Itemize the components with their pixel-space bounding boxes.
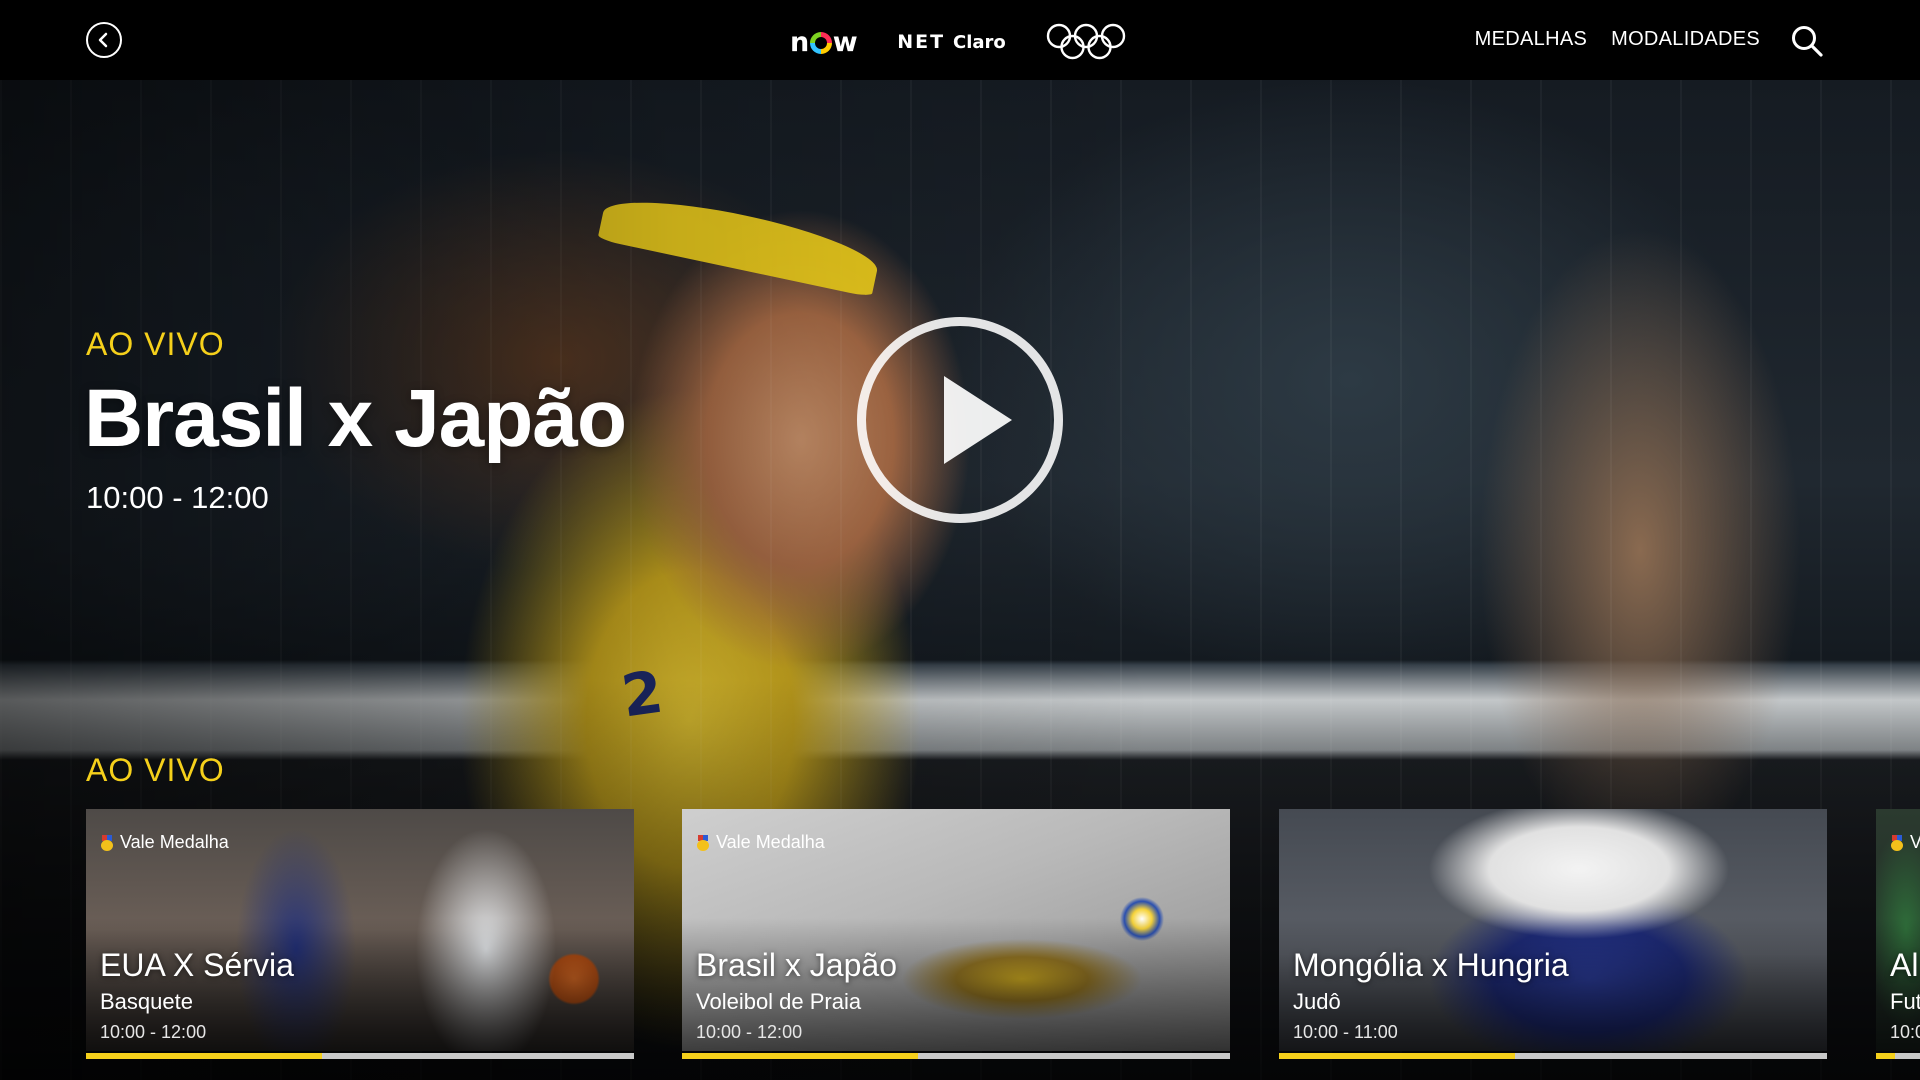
card-sport: Basquete: [100, 989, 193, 1014]
card-sport: Voleibol de Praia: [696, 989, 862, 1014]
card-time: 10:0: [1890, 1022, 1920, 1042]
card-sport: Fute: [1890, 989, 1920, 1014]
nav-medalhas[interactable]: MEDALHAS: [1475, 28, 1587, 51]
card-progress-bar: [1279, 1053, 1827, 1059]
now-logo-ring-icon: [809, 32, 832, 54]
card-progress-fill: [1279, 1053, 1515, 1059]
card-sport: Judô: [1293, 989, 1341, 1014]
card-progress-bar: [682, 1053, 1230, 1059]
medal-icon: [696, 834, 710, 851]
main-nav: MEDALHAS MODALIDADES: [1475, 28, 1760, 51]
now-logo: nw: [790, 26, 858, 58]
card-title: Mongólia x Hungria: [1293, 947, 1569, 983]
search-icon: [1792, 26, 1823, 57]
medal-icon: [100, 834, 114, 851]
net-logo: NET: [897, 31, 946, 53]
rail-title: AO VIVO: [86, 752, 225, 788]
brand-logos: nw NET Claro: [790, 20, 1126, 64]
hero-live-label: AO VIVO: [86, 326, 225, 362]
play-button[interactable]: [857, 317, 1063, 523]
card-title: EUA X Sérvia: [100, 947, 294, 983]
card-progress-bar: [1876, 1053, 1920, 1059]
card-time: 10:00 - 11:00: [1293, 1022, 1398, 1042]
medal-icon: [1890, 834, 1904, 851]
search-button[interactable]: [1790, 24, 1824, 58]
card-time: 10:00 - 12:00: [100, 1022, 207, 1042]
hero-title: Brasil x Japão: [84, 373, 627, 464]
card-progress-bar: [86, 1053, 634, 1059]
card-badge: Vale Medalha: [696, 832, 825, 853]
olympic-rings-icon: [1046, 23, 1126, 60]
card-title: Al: [1890, 947, 1919, 983]
card-badge-label: Vale Medalha: [716, 832, 825, 852]
card-progress-fill: [1876, 1053, 1895, 1059]
back-button[interactable]: [86, 22, 122, 58]
live-card-mongolia-hungria[interactable]: Mongólia x Hungria Judô 10:00 - 11:00: [1279, 809, 1827, 1059]
card-badge: V: [1890, 832, 1920, 853]
nav-modalidades[interactable]: MODALIDADES: [1611, 28, 1760, 51]
claro-logo: Claro: [953, 31, 1006, 53]
live-card-eua-servia[interactable]: Vale Medalha EUA X Sérvia Basquete 10:00…: [86, 809, 634, 1059]
card-gradient: [1279, 809, 1827, 1051]
back-arrow-icon: [98, 32, 108, 48]
card-badge-label: Vale Medalha: [120, 832, 229, 852]
card-title: Brasil x Japão: [696, 947, 897, 983]
hero-time: 10:00 - 12:00: [86, 480, 269, 515]
play-icon: [944, 376, 1012, 464]
card-badge-label: V: [1910, 832, 1920, 852]
card-progress-fill: [682, 1053, 918, 1059]
live-card-partial[interactable]: V Al Fute 10:0: [1876, 809, 1920, 1059]
card-progress-fill: [86, 1053, 322, 1059]
card-badge: Vale Medalha: [100, 832, 229, 853]
card-time: 10:00 - 12:00: [696, 1022, 803, 1042]
live-card-brasil-japao[interactable]: Vale Medalha Brasil x Japão Voleibol de …: [682, 809, 1230, 1059]
top-bar: nw NET Claro MEDALHAS MODALIDADES: [0, 0, 1920, 80]
